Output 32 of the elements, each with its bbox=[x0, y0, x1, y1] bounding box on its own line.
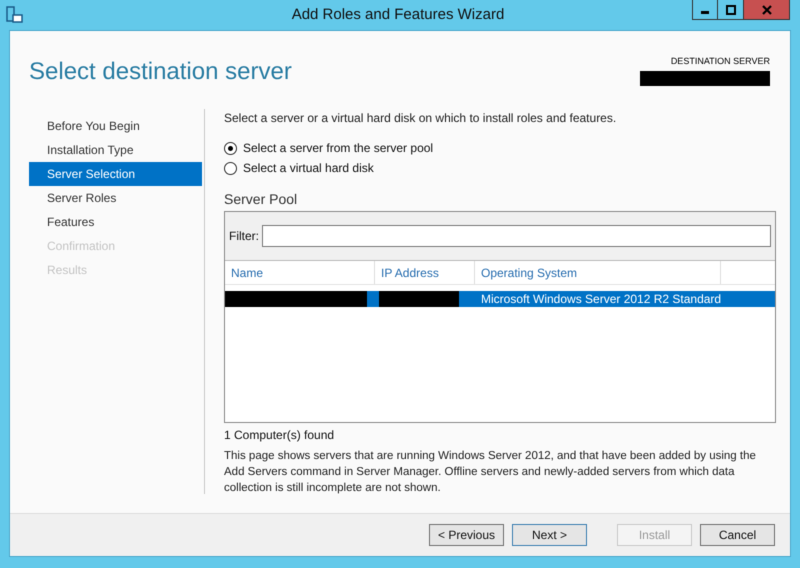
intro-text: Select a server or a virtual hard disk on which to install roles and features. bbox=[224, 110, 618, 127]
radio-label: Select a virtual hard disk bbox=[243, 160, 374, 177]
table-row[interactable]: Microsoft Windows Server 2012 R2 Standard bbox=[225, 291, 775, 307]
wizard-button[interactable]: < Previous bbox=[429, 524, 504, 546]
radio-label: Select a server from the server pool bbox=[243, 140, 434, 157]
column-header[interactable]: IP Address bbox=[375, 261, 475, 284]
table-cell-text: Microsoft Windows Server 2012 R2 Standard bbox=[480, 291, 722, 308]
window-title: Add Roles and Features Wizard bbox=[290, 4, 506, 25]
found-count: 1 Computer(s) found bbox=[224, 427, 336, 444]
section-title: Server Pool bbox=[224, 190, 298, 209]
radio-button[interactable] bbox=[224, 142, 237, 154]
wizard-step[interactable]: Installation Type bbox=[29, 138, 202, 162]
maximize-icon bbox=[726, 4, 736, 14]
close-icon bbox=[762, 4, 772, 14]
column-header[interactable]: Operating System bbox=[475, 261, 721, 284]
radio-button[interactable] bbox=[224, 162, 237, 174]
wizard-step[interactable]: Server Selection bbox=[29, 162, 202, 186]
minimize-button[interactable] bbox=[692, 0, 718, 20]
close-button[interactable] bbox=[744, 0, 790, 20]
wizard-step[interactable]: Features bbox=[29, 210, 202, 234]
info-text: This page shows servers that are running Windows Server 2012, and that have been added by using the Add Servers command in Server Manager. Offline servers and newly-added servers from which data collection is still incomplete are not shown. bbox=[224, 449, 757, 496]
filter-label: Filter: bbox=[229, 228, 259, 245]
destination-label: DESTINATION SERVER bbox=[670, 55, 770, 68]
server-icon bbox=[4, 5, 24, 25]
minimize-icon bbox=[701, 10, 709, 14]
wizard-step[interactable]: Before You Begin bbox=[29, 114, 202, 138]
page-title: Select destination server bbox=[29, 57, 292, 87]
wizard-step[interactable]: Server Roles bbox=[29, 186, 202, 210]
filter-field[interactable] bbox=[262, 225, 771, 247]
wizard-button[interactable]: Next > bbox=[512, 524, 587, 546]
column-header[interactable]: Name bbox=[225, 261, 375, 284]
wizard-button[interactable]: Cancel bbox=[700, 524, 775, 546]
